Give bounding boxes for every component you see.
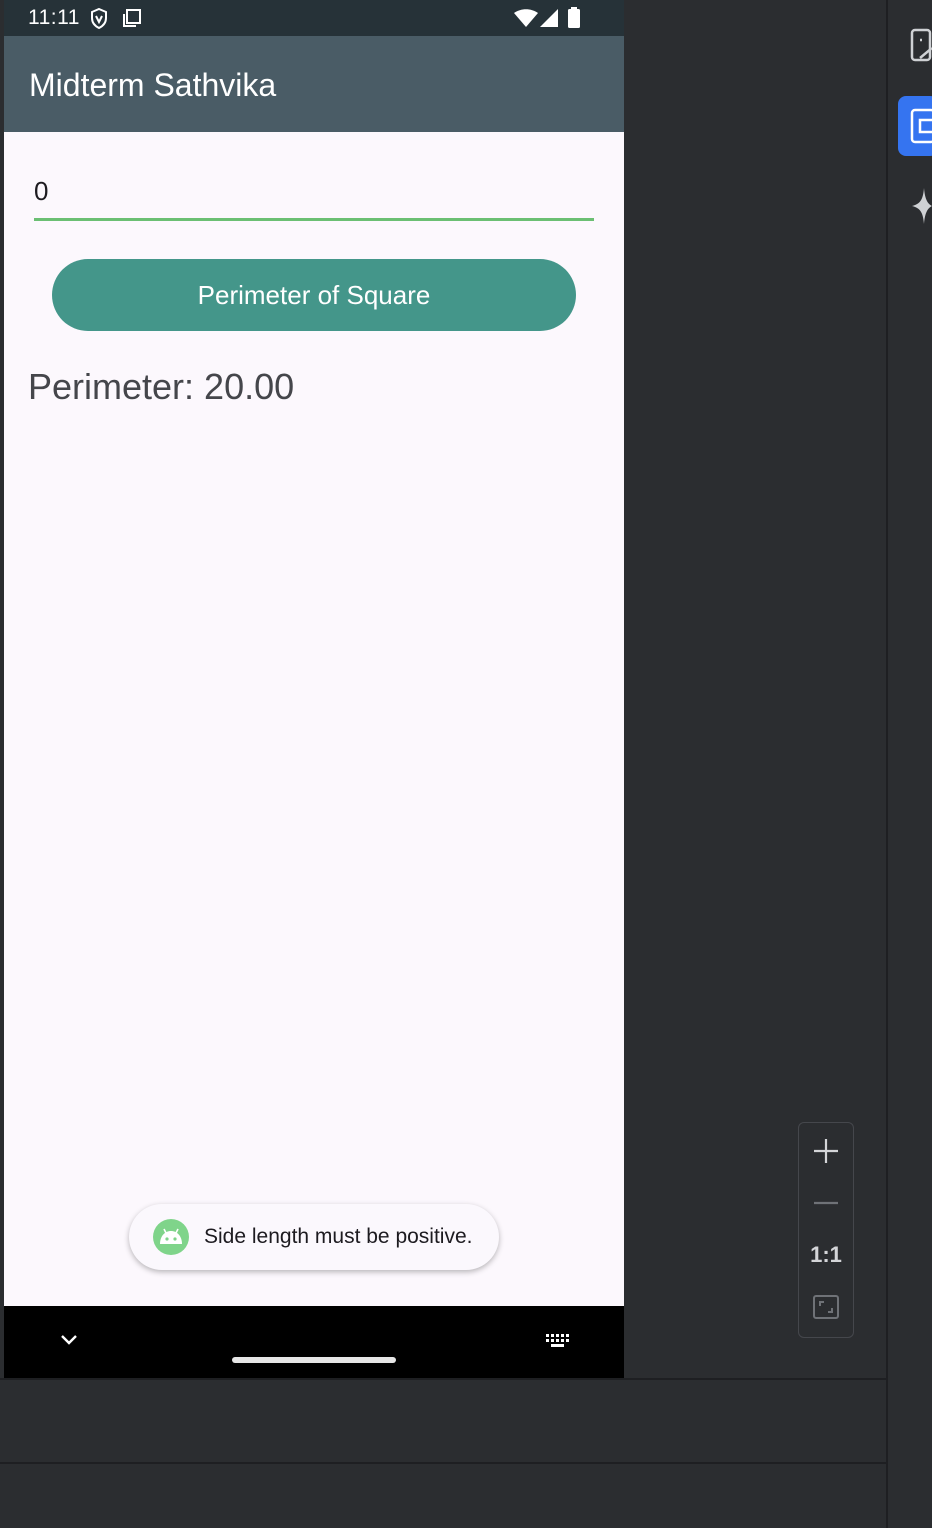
- side-length-field[interactable]: [34, 170, 594, 221]
- collapse-chevron-icon[interactable]: [60, 1332, 78, 1346]
- running-devices-icon: [910, 108, 932, 144]
- home-gesture-handle[interactable]: [232, 1357, 396, 1363]
- gemini-sparkle-icon[interactable]: [910, 186, 932, 226]
- perimeter-result-text: Perimeter: 20.00: [28, 366, 295, 407]
- ide-divider: [0, 1462, 886, 1464]
- keyboard-icon[interactable]: [546, 1334, 572, 1350]
- perimeter-of-square-button[interactable]: Perimeter of Square: [52, 259, 576, 331]
- signal-icon: [540, 9, 558, 27]
- zoom-out-icon: [814, 1201, 838, 1205]
- battery-icon: [568, 7, 580, 28]
- zoom-in-icon: [814, 1139, 838, 1163]
- status-time: 11:11: [28, 6, 80, 29]
- toast-text: Side length must be positive.: [204, 1225, 473, 1248]
- device-mirror-icon[interactable]: [910, 28, 932, 64]
- side-length-input[interactable]: [34, 170, 594, 207]
- zoom-fit-button[interactable]: [799, 1283, 853, 1331]
- navigation-bar: [4, 1306, 624, 1378]
- zoom-out-button[interactable]: [799, 1179, 853, 1227]
- status-bar: 11:11: [4, 0, 624, 36]
- app-bar: Midterm Sathvika: [4, 36, 624, 132]
- vpn-shield-icon: [91, 8, 107, 29]
- ide-divider: [0, 1378, 886, 1380]
- fit-screen-icon: [813, 1295, 839, 1319]
- android-app-icon: [153, 1219, 189, 1255]
- app-title: Midterm Sathvika: [29, 67, 277, 103]
- screen-copy-icon: [123, 9, 141, 27]
- zoom-actual-size-button[interactable]: 1:1: [799, 1231, 853, 1279]
- running-devices-tool-button[interactable]: [898, 96, 932, 156]
- zoom-controls: 1:1: [798, 1122, 854, 1338]
- wifi-icon: [514, 9, 538, 27]
- ide-right-toolbar: [886, 0, 932, 1528]
- zoom-in-button[interactable]: [799, 1127, 853, 1175]
- toast-message: Side length must be positive.: [129, 1204, 499, 1270]
- emulator-screen: 11:11 Midterm Sathvika Perimeter of Squa…: [4, 0, 624, 1378]
- zoom-ratio-label: 1:1: [810, 1242, 842, 1267]
